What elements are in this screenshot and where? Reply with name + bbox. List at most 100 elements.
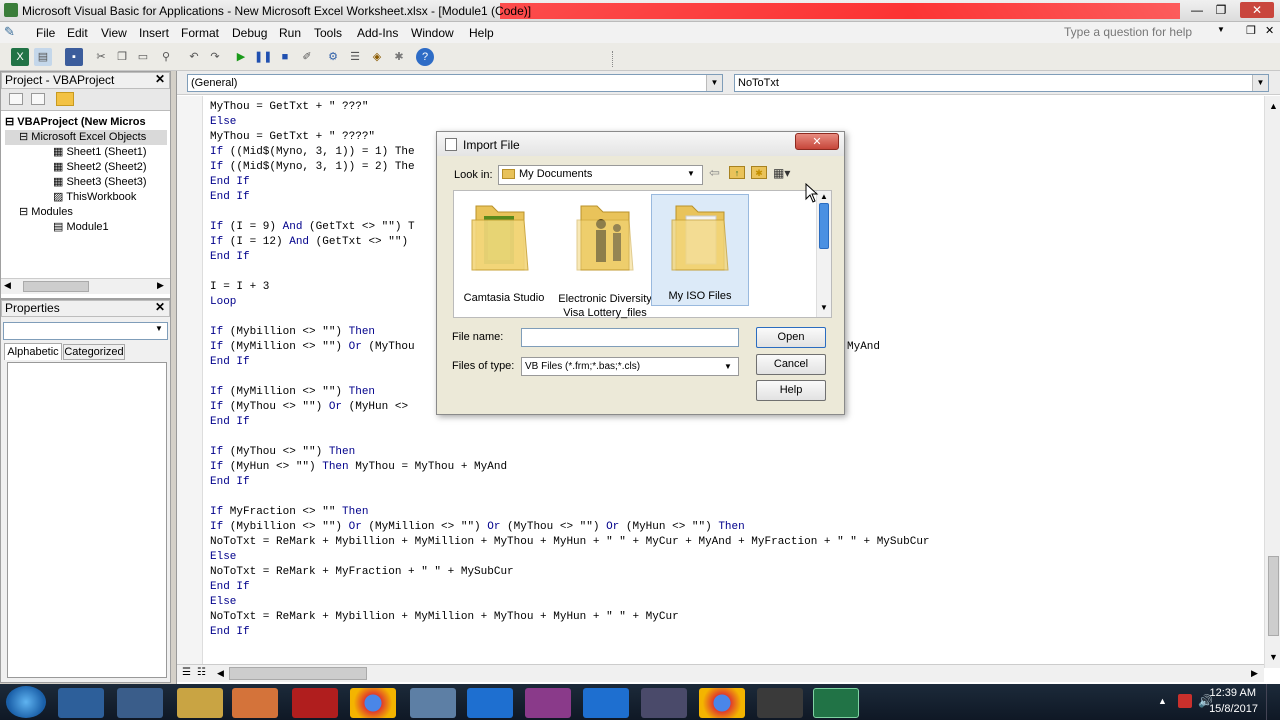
tab-alphabetic[interactable]: Alphabetic <box>4 343 62 360</box>
restore-button[interactable]: ❐ <box>1210 2 1232 18</box>
scroll-down-icon[interactable]: ▼ <box>1269 652 1278 662</box>
file-list[interactable]: Camtasia Studio Electronic Diversity Vis… <box>453 190 832 319</box>
scroll-up-icon[interactable]: ▲ <box>1269 101 1278 111</box>
new-folder-icon[interactable]: ✱ <box>751 166 767 179</box>
toolbox-icon[interactable]: ✱ <box>390 48 408 66</box>
look-in-arrow-icon[interactable]: ▼ <box>687 169 695 178</box>
menu-edit[interactable]: Edit <box>67 26 88 40</box>
copy-icon[interactable]: ❐ <box>113 48 131 66</box>
taskbar-media-icon[interactable] <box>232 688 278 718</box>
break-icon[interactable]: ❚❚ <box>254 48 272 66</box>
project-explorer-icon[interactable]: ⚙ <box>324 48 342 66</box>
taskbar-outlook-icon[interactable] <box>117 688 163 718</box>
taskbar-app-icon[interactable] <box>525 688 571 718</box>
taskbar-tool-icon[interactable] <box>641 688 687 718</box>
menu-help[interactable]: Help <box>469 26 494 40</box>
menu-addins[interactable]: Add-Ins <box>357 26 398 40</box>
paste-icon[interactable]: ▭ <box>134 48 152 66</box>
menu-insert[interactable]: Insert <box>139 26 169 40</box>
dialog-close-button[interactable]: ✕ <box>795 133 839 150</box>
tree-item-sheet1[interactable]: ▦ Sheet1 (Sheet1) <box>5 145 167 160</box>
properties-close-icon[interactable]: ✕ <box>155 300 165 314</box>
vba-menu-icon[interactable]: ✎ <box>4 25 18 39</box>
child-restore-icon[interactable]: ❐ <box>1246 24 1256 37</box>
code-line[interactable]: NoToTxt = ReMark + MyFraction + " " + My… <box>210 565 1260 580</box>
help-button[interactable]: Help <box>756 380 826 401</box>
open-button[interactable]: Open <box>756 327 826 348</box>
code-line[interactable] <box>210 430 1260 445</box>
code-line[interactable]: NoToTxt = ReMark + Mybillion + MyMillion… <box>210 535 1260 550</box>
run-icon[interactable]: ▶ <box>232 48 250 66</box>
tab-categorized[interactable]: Categorized <box>63 344 125 360</box>
hscroll-thumb[interactable] <box>229 667 367 680</box>
files-of-type-select[interactable]: VB Files (*.frm;*.bas;*.cls) <box>521 357 739 376</box>
save-icon[interactable]: ▪ <box>65 48 83 66</box>
object-combo[interactable]: (General) <box>187 74 723 92</box>
code-line[interactable]: MyThou = GetTxt + " ???" <box>210 100 1260 115</box>
code-line[interactable]: If (Mybillion <> "") Or (MyMillion <> ""… <box>210 520 1260 535</box>
minimize-button[interactable]: — <box>1186 2 1208 18</box>
hscroll-left-icon[interactable]: ◀ <box>217 668 224 679</box>
close-button[interactable]: ✕ <box>1240 2 1274 18</box>
taskbar-acrobat-icon[interactable] <box>292 688 338 718</box>
scroll-up-icon[interactable]: ▲ <box>820 192 828 201</box>
redo-icon[interactable]: ↷ <box>206 48 224 66</box>
code-hscrollbar[interactable]: ☰ ☷ ◀ ▶ <box>177 664 1264 682</box>
folder-item-camtasia[interactable]: Camtasia Studio <box>456 196 552 308</box>
menu-window[interactable]: Window <box>411 26 454 40</box>
properties-grid[interactable] <box>7 362 167 678</box>
procedure-view-icon[interactable]: ☰ <box>182 667 191 678</box>
code-line[interactable]: NoToTxt = ReMark + Mybillion + MyMillion… <box>210 610 1260 625</box>
code-line[interactable]: If MyFraction <> "" Then <box>210 505 1260 520</box>
back-icon[interactable]: ⇦ <box>709 165 720 181</box>
properties-combo-arrow-icon[interactable]: ▼ <box>155 324 163 333</box>
clock-date[interactable]: 15/8/2017 <box>1200 703 1258 715</box>
look-in-combo[interactable]: My Documents <box>498 165 703 185</box>
show-desktop-button[interactable] <box>1266 684 1280 720</box>
toggle-folders-icon[interactable] <box>56 92 74 106</box>
hscroll-right-icon[interactable]: ▶ <box>1251 668 1258 679</box>
menu-file[interactable]: File <box>36 26 55 40</box>
folder-item-diversity[interactable]: Electronic Diversity Visa Lottery_files <box>553 196 657 319</box>
procedure-combo[interactable]: NoToTxt <box>734 74 1269 92</box>
code-line[interactable] <box>210 490 1260 505</box>
folder-item-my-iso-files[interactable]: My ISO Files <box>651 194 749 306</box>
code-line[interactable]: End If <box>210 475 1260 490</box>
scroll-down-icon[interactable]: ▼ <box>820 303 828 312</box>
taskbar-excel-icon[interactable] <box>813 688 859 718</box>
tree-item-module1[interactable]: ▤ Module1 <box>5 220 167 235</box>
code-line[interactable]: Else <box>210 550 1260 565</box>
code-line[interactable]: Else <box>210 595 1260 610</box>
view-menu-icon[interactable]: ▦▾ <box>773 166 790 180</box>
help-search-input[interactable]: Type a question for help <box>1064 25 1229 39</box>
scroll-right-icon[interactable]: ▶ <box>157 280 164 291</box>
project-close-icon[interactable]: ✕ <box>155 72 165 86</box>
code-line[interactable]: End If <box>210 415 1260 430</box>
taskbar-chrome-icon[interactable] <box>350 688 396 718</box>
tree-item-excel-objects[interactable]: ⊟ Microsoft Excel Objects <box>5 130 167 145</box>
file-name-input[interactable] <box>521 328 739 347</box>
taskbar-windows-icon[interactable] <box>410 688 456 718</box>
tree-item-vbaproject[interactable]: ⊟ VBAProject (New Micros <box>5 115 167 130</box>
menu-tools[interactable]: Tools <box>314 26 342 40</box>
find-icon[interactable]: ⚲ <box>157 48 175 66</box>
view-code-icon[interactable] <box>9 93 23 105</box>
tray-arrow-icon[interactable]: ▲ <box>1158 696 1167 706</box>
code-line[interactable]: End If <box>210 580 1260 595</box>
scroll-thumb[interactable] <box>23 281 89 292</box>
help-dropdown-icon[interactable]: ▼ <box>1217 25 1225 34</box>
up-folder-icon[interactable]: ↑ <box>729 166 745 179</box>
files-of-type-arrow-icon[interactable]: ▼ <box>724 362 732 371</box>
properties-window-icon[interactable]: ☰ <box>346 48 364 66</box>
menu-debug[interactable]: Debug <box>232 26 267 40</box>
code-line[interactable]: End If <box>210 625 1260 640</box>
toolbar-gripper[interactable] <box>612 51 622 67</box>
tree-item-thisworkbook[interactable]: ▨ ThisWorkbook <box>5 190 167 205</box>
full-module-view-icon[interactable]: ☷ <box>197 667 206 678</box>
clock-time[interactable]: 12:39 AM <box>1208 687 1256 699</box>
undo-icon[interactable]: ↶ <box>185 48 203 66</box>
menu-format[interactable]: Format <box>181 26 219 40</box>
cut-icon[interactable]: ✂ <box>92 48 110 66</box>
insert-module-icon[interactable]: ▤ <box>34 48 52 66</box>
procedure-combo-arrow-icon[interactable]: ▼ <box>1252 75 1268 91</box>
